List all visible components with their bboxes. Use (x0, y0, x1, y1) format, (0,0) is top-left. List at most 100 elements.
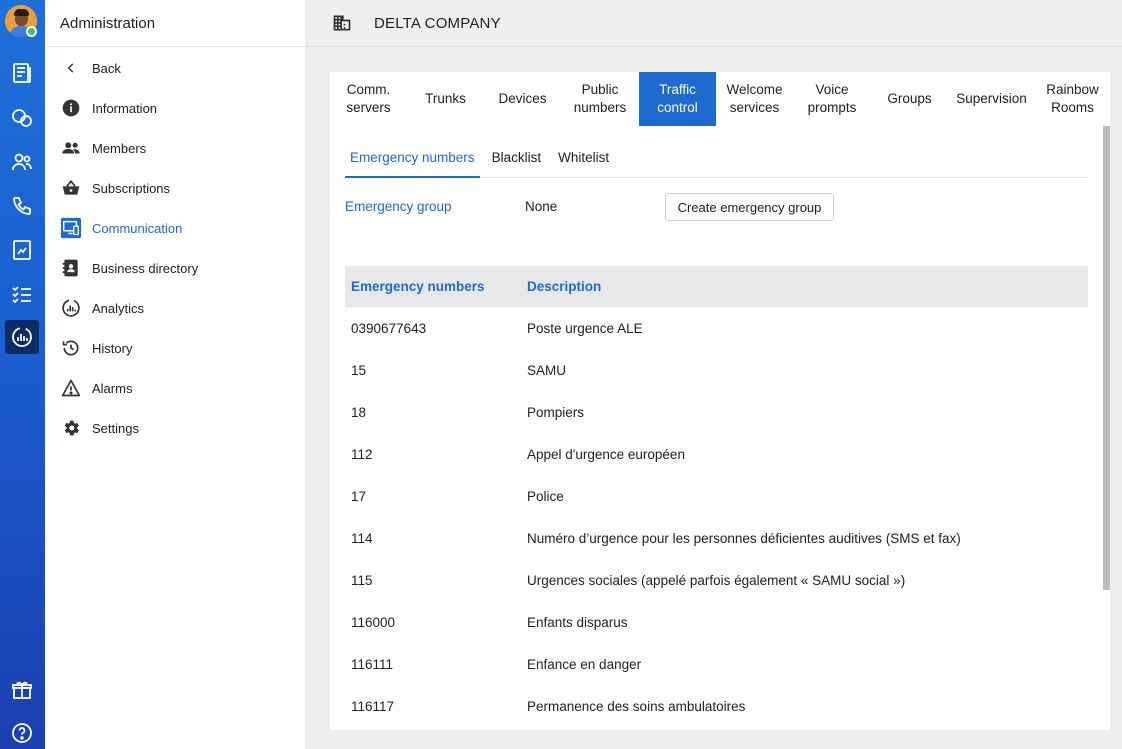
table-header: Emergency numbers Description (345, 266, 1088, 307)
table-row[interactable]: 18 Pompiers (345, 391, 1088, 433)
description-cell: Numéro d’urgence pour les personnes défi… (527, 530, 961, 546)
tab-rainbow-rooms[interactable]: Rainbow Rooms (1035, 72, 1110, 126)
sidebar-item-label: History (92, 340, 133, 356)
sidebar-item-settings[interactable]: Settings (60, 415, 139, 441)
description-cell: Appel d'urgence européen (527, 446, 685, 462)
contacts-icon[interactable] (7, 147, 37, 177)
description-cell: Enfants disparus (527, 614, 628, 630)
column-header-description[interactable]: Description (527, 279, 1088, 294)
sidebar-item-label: Information (92, 100, 158, 116)
description-cell: Permanence des soins ambulatoires (527, 698, 746, 714)
analytics-icon (60, 297, 82, 319)
sidebar-title: Administration (45, 0, 305, 47)
tasks-icon[interactable] (7, 279, 37, 309)
tab-supervision[interactable]: Supervision (948, 72, 1035, 126)
sidebar-item-label: Members (92, 140, 147, 156)
create-emergency-group-button[interactable]: Create emergency group (665, 193, 834, 221)
app-rail (0, 0, 45, 749)
phone-icon[interactable] (7, 191, 37, 221)
sidebar-item-back[interactable]: Back (60, 55, 121, 81)
help-icon[interactable] (7, 718, 37, 748)
gear-icon (60, 417, 82, 439)
table-row[interactable]: 116000 Enfants disparus (345, 601, 1088, 643)
admin-sidebar: Administration Back Information Members … (45, 0, 305, 749)
description-cell: SAMU (527, 362, 567, 378)
basket-icon (60, 177, 82, 199)
table-row[interactable]: 0390677643 Poste urgence ALE (345, 307, 1088, 349)
column-header-emergency-numbers[interactable]: Emergency numbers (345, 279, 527, 294)
emergency-group-label: Emergency group (345, 199, 452, 214)
tab-comm-servers[interactable]: Comm. servers (330, 72, 407, 126)
alarm-icon (60, 377, 82, 399)
table-row[interactable]: 112 Appel d'urgence européen (345, 433, 1088, 475)
emergency-number-cell: 115 (351, 572, 373, 588)
page-header: DELTA COMPANY (305, 0, 1122, 47)
sidebar-item-subscriptions[interactable]: Subscriptions (60, 175, 170, 201)
table-row[interactable]: 17 Police (345, 475, 1088, 517)
members-icon (60, 137, 82, 159)
emergency-number-cell: 15 (351, 362, 367, 378)
files-icon[interactable] (7, 235, 37, 265)
traffic-control-panel: Emergency numbers Blacklist Whitelist Em… (330, 126, 1110, 730)
presence-status-icon (26, 26, 37, 37)
emergency-number-cell: 116111 (351, 656, 394, 672)
sidebar-item-history[interactable]: History (60, 335, 132, 361)
tab-groups[interactable]: Groups (871, 72, 948, 126)
subtab-whitelist[interactable]: Whitelist (553, 145, 614, 178)
directory-icon (60, 257, 82, 279)
description-cell: Police (527, 488, 564, 504)
tab-voice-prompts[interactable]: Voice prompts (793, 72, 871, 126)
table-row[interactable]: 116111 Enfance en danger (345, 643, 1088, 685)
table-row[interactable]: 114 Numéro d’urgence pour les personnes d… (345, 517, 1088, 559)
description-cell: Urgences sociales (appelé parfois égalem… (527, 572, 906, 588)
history-icon (60, 337, 82, 359)
emergency-numbers-table: Emergency numbers Description 0390677643… (345, 266, 1088, 727)
sidebar-item-information[interactable]: Information (60, 95, 157, 121)
sidebar-item-label: Business directory (92, 260, 199, 276)
panel-scrollbar[interactable] (1103, 126, 1110, 590)
communication-icon (60, 217, 82, 239)
emergency-number-cell: 18 (351, 404, 367, 420)
sidebar-item-label: Alarms (92, 380, 133, 396)
table-row[interactable]: 115 Urgences sociales (appelé parfois éga… (345, 559, 1088, 601)
emergency-group-value: None (525, 199, 558, 214)
emergency-number-cell: 114 (351, 530, 373, 546)
description-cell: Poste urgence ALE (527, 320, 643, 336)
section-tabs: Comm. servers Trunks Devices Public numb… (330, 72, 1110, 126)
emergency-number-cell: 0390677643 (351, 320, 427, 336)
subtab-blacklist[interactable]: Blacklist (487, 145, 547, 178)
emergency-number-cell: 112 (351, 446, 373, 462)
news-icon[interactable] (7, 58, 37, 88)
sidebar-item-business-directory[interactable]: Business directory (60, 255, 198, 281)
tab-trunks[interactable]: Trunks (407, 72, 484, 126)
subtabs: Emergency numbers Blacklist Whitelist (345, 145, 1088, 178)
conversations-icon[interactable] (7, 103, 37, 133)
info-icon (60, 97, 82, 119)
emergency-number-cell: 116000 (351, 614, 396, 630)
company-name: DELTA COMPANY (374, 15, 501, 32)
description-cell: Pompiers (527, 404, 585, 420)
description-cell: Enfance en danger (527, 656, 642, 672)
tab-public-numbers[interactable]: Public numbers (561, 72, 639, 126)
sidebar-item-label: Subscriptions (92, 180, 171, 196)
tab-welcome-services[interactable]: Welcome services (716, 72, 793, 126)
sidebar-item-communication[interactable]: Communication (60, 215, 182, 241)
sidebar-item-analytics[interactable]: Analytics (60, 295, 144, 321)
sidebar-item-label: Analytics (92, 300, 145, 316)
sidebar-item-label: Communication (92, 220, 183, 236)
sidebar-item-label: Settings (92, 420, 139, 436)
emergency-number-cell: 116117 (351, 698, 395, 714)
administration-icon[interactable] (5, 320, 39, 354)
table-row[interactable]: 15 SAMU (345, 349, 1088, 391)
building-icon (332, 13, 352, 38)
emergency-number-cell: 17 (351, 488, 367, 504)
sidebar-item-members[interactable]: Members (60, 135, 146, 161)
chevron-left-icon (60, 57, 82, 79)
table-row[interactable]: 116117 Permanence des soins ambulatoires (345, 685, 1088, 727)
sidebar-item-alarms[interactable]: Alarms (60, 375, 132, 401)
tab-traffic-control[interactable]: Traffic control (639, 72, 716, 126)
sidebar-item-label: Back (92, 60, 121, 76)
subtab-emergency-numbers[interactable]: Emergency numbers (345, 145, 480, 178)
tab-devices[interactable]: Devices (484, 72, 561, 126)
gift-icon[interactable] (7, 675, 37, 705)
